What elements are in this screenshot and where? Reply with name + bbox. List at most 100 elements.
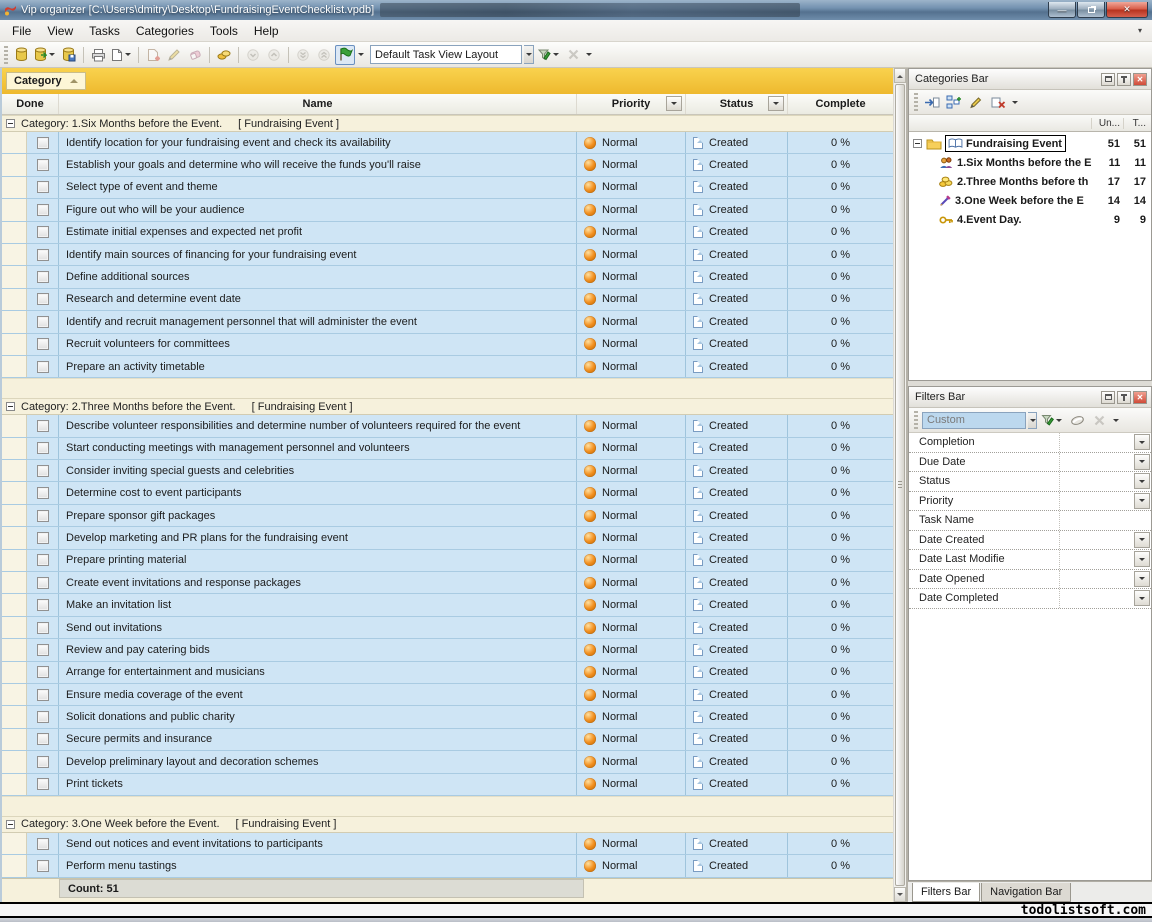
open-database-button[interactable] [32, 45, 58, 65]
menu-view[interactable]: View [39, 22, 81, 40]
category-header-row[interactable]: Category: 3.One Week before the Event. [… [2, 816, 893, 833]
task-row[interactable]: Determine cost to event participants Nor… [2, 482, 893, 504]
done-checkbox[interactable] [37, 838, 49, 850]
edit-task-button[interactable] [164, 45, 184, 65]
done-checkbox[interactable] [37, 778, 49, 790]
filter-value[interactable] [1059, 472, 1134, 491]
collapse-icon[interactable] [6, 402, 15, 411]
edit-category-button[interactable] [966, 92, 986, 112]
restore-button[interactable] [1077, 2, 1105, 18]
done-checkbox[interactable] [37, 204, 49, 216]
task-row[interactable]: Prepare sponsor gift packages Normal Cre… [2, 505, 893, 527]
tree-node[interactable]: 2.Three Months before th 17 17 [909, 172, 1151, 191]
tree-col-uncompleted[interactable]: Un... [1091, 118, 1123, 129]
filter-value[interactable] [1059, 570, 1134, 589]
task-row[interactable]: Secure permits and insurance Normal Crea… [2, 729, 893, 751]
done-checkbox[interactable] [37, 644, 49, 656]
menu-categories[interactable]: Categories [128, 22, 202, 40]
task-row[interactable]: Prepare printing material Normal Created… [2, 550, 893, 572]
done-checkbox[interactable] [37, 554, 49, 566]
task-name[interactable]: Send out notices and event invitations t… [59, 833, 577, 854]
filter-dropdown-button[interactable] [1134, 454, 1150, 470]
scrollbar-thumb[interactable] [895, 84, 905, 886]
filters-pin-icon[interactable] [1117, 391, 1131, 404]
categories-toolbar-overflow[interactable] [1012, 101, 1018, 107]
task-row[interactable]: Perform menu tastings Normal Created 0 % [2, 855, 893, 877]
task-row[interactable]: Arrange for entertainment and musicians … [2, 662, 893, 684]
filter-dropdown-button[interactable] [1134, 434, 1150, 450]
task-name[interactable]: Establish your goals and determine who w… [59, 154, 577, 175]
column-done[interactable]: Done [2, 94, 59, 114]
task-name[interactable]: Send out invitations [59, 617, 577, 638]
task-name[interactable]: Figure out who will be your audience [59, 199, 577, 220]
layout-dropdown-caret[interactable] [358, 53, 364, 59]
open-dropdown-caret[interactable] [49, 53, 55, 59]
tree-node[interactable]: 4.Event Day. 9 9 [909, 210, 1151, 229]
delete-layout-button[interactable] [563, 45, 583, 65]
collapse-icon[interactable] [6, 119, 15, 128]
scroll-up-button[interactable] [894, 68, 906, 83]
category-header-row[interactable]: Category: 1.Six Months before the Event.… [2, 115, 893, 132]
task-row[interactable]: Select type of event and theme Normal Cr… [2, 177, 893, 199]
task-row[interactable]: Consider inviting special guests and cel… [2, 460, 893, 482]
menu-overflow-icon[interactable]: ▾ [1138, 26, 1148, 35]
tree-col-total[interactable]: T... [1123, 118, 1151, 129]
done-checkbox[interactable] [37, 293, 49, 305]
toolbar-overflow-caret[interactable] [586, 53, 592, 59]
status-filter-button[interactable] [768, 96, 784, 111]
layout-combo-dropdown[interactable] [524, 45, 534, 64]
filter-preset-combo[interactable]: Custom [922, 412, 1026, 429]
task-name[interactable]: Print tickets [59, 774, 577, 795]
tab-filters-bar[interactable]: Filters Bar [912, 883, 980, 902]
task-row[interactable]: Send out notices and event invitations t… [2, 833, 893, 855]
categories-pin-icon[interactable] [1117, 73, 1131, 86]
filter-value[interactable] [1059, 492, 1134, 511]
done-checkbox[interactable] [37, 487, 49, 499]
filter-value[interactable] [1059, 511, 1151, 530]
filter-dropdown-button[interactable] [1134, 493, 1150, 509]
task-name[interactable]: Solicit donations and public charity [59, 706, 577, 727]
apply-filter-button[interactable] [1039, 410, 1065, 430]
task-row[interactable]: Develop preliminary layout and decoratio… [2, 751, 893, 773]
task-row[interactable]: Print tickets Normal Created 0 % [2, 774, 893, 796]
task-row[interactable]: Research and determine event date Normal… [2, 289, 893, 311]
filters-toolbar-overflow[interactable] [1113, 419, 1119, 425]
task-name[interactable]: Select type of event and theme [59, 177, 577, 198]
task-name[interactable]: Review and pay catering bids [59, 639, 577, 660]
menu-file[interactable]: File [4, 22, 39, 40]
task-row[interactable]: Identify location for your fundraising e… [2, 132, 893, 154]
menu-tasks[interactable]: Tasks [81, 22, 128, 40]
task-row[interactable]: Send out invitations Normal Created 0 % [2, 617, 893, 639]
task-view-layout-button[interactable] [335, 45, 355, 65]
task-name[interactable]: Create event invitations and response pa… [59, 572, 577, 593]
column-priority[interactable]: Priority [577, 94, 686, 114]
task-row[interactable]: Figure out who will be your audience Nor… [2, 199, 893, 221]
categories-minimize-icon[interactable] [1101, 73, 1115, 86]
move-top-button[interactable] [314, 45, 334, 65]
task-name[interactable]: Prepare an activity timetable [59, 356, 577, 377]
filter-value[interactable] [1059, 589, 1134, 608]
task-row[interactable]: Solicit donations and public charity Nor… [2, 706, 893, 728]
task-name[interactable]: Estimate initial expenses and expected n… [59, 222, 577, 243]
filter-value[interactable] [1059, 453, 1134, 472]
done-checkbox[interactable] [37, 756, 49, 768]
group-by-chip[interactable]: Category [6, 72, 86, 90]
task-name[interactable]: Secure permits and insurance [59, 729, 577, 750]
done-checkbox[interactable] [37, 137, 49, 149]
done-checkbox[interactable] [37, 622, 49, 634]
tree-collapse-icon[interactable] [913, 139, 922, 148]
column-complete[interactable]: Complete [788, 94, 893, 114]
done-checkbox[interactable] [37, 420, 49, 432]
done-checkbox[interactable] [37, 510, 49, 522]
print-preview-button[interactable] [109, 45, 134, 65]
save-database-button[interactable] [59, 45, 79, 65]
close-button[interactable]: ✕ [1106, 2, 1148, 18]
task-name[interactable]: Start conducting meetings with managemen… [59, 438, 577, 459]
filter-preset-dropdown[interactable] [1028, 412, 1037, 429]
task-name[interactable]: Prepare printing material [59, 550, 577, 571]
task-name[interactable]: Identify location for your fundraising e… [59, 132, 577, 153]
task-name[interactable]: Ensure media coverage of the event [59, 684, 577, 705]
delete-task-button[interactable] [185, 45, 205, 65]
new-task-button[interactable] [143, 45, 163, 65]
column-name[interactable]: Name [59, 94, 577, 114]
